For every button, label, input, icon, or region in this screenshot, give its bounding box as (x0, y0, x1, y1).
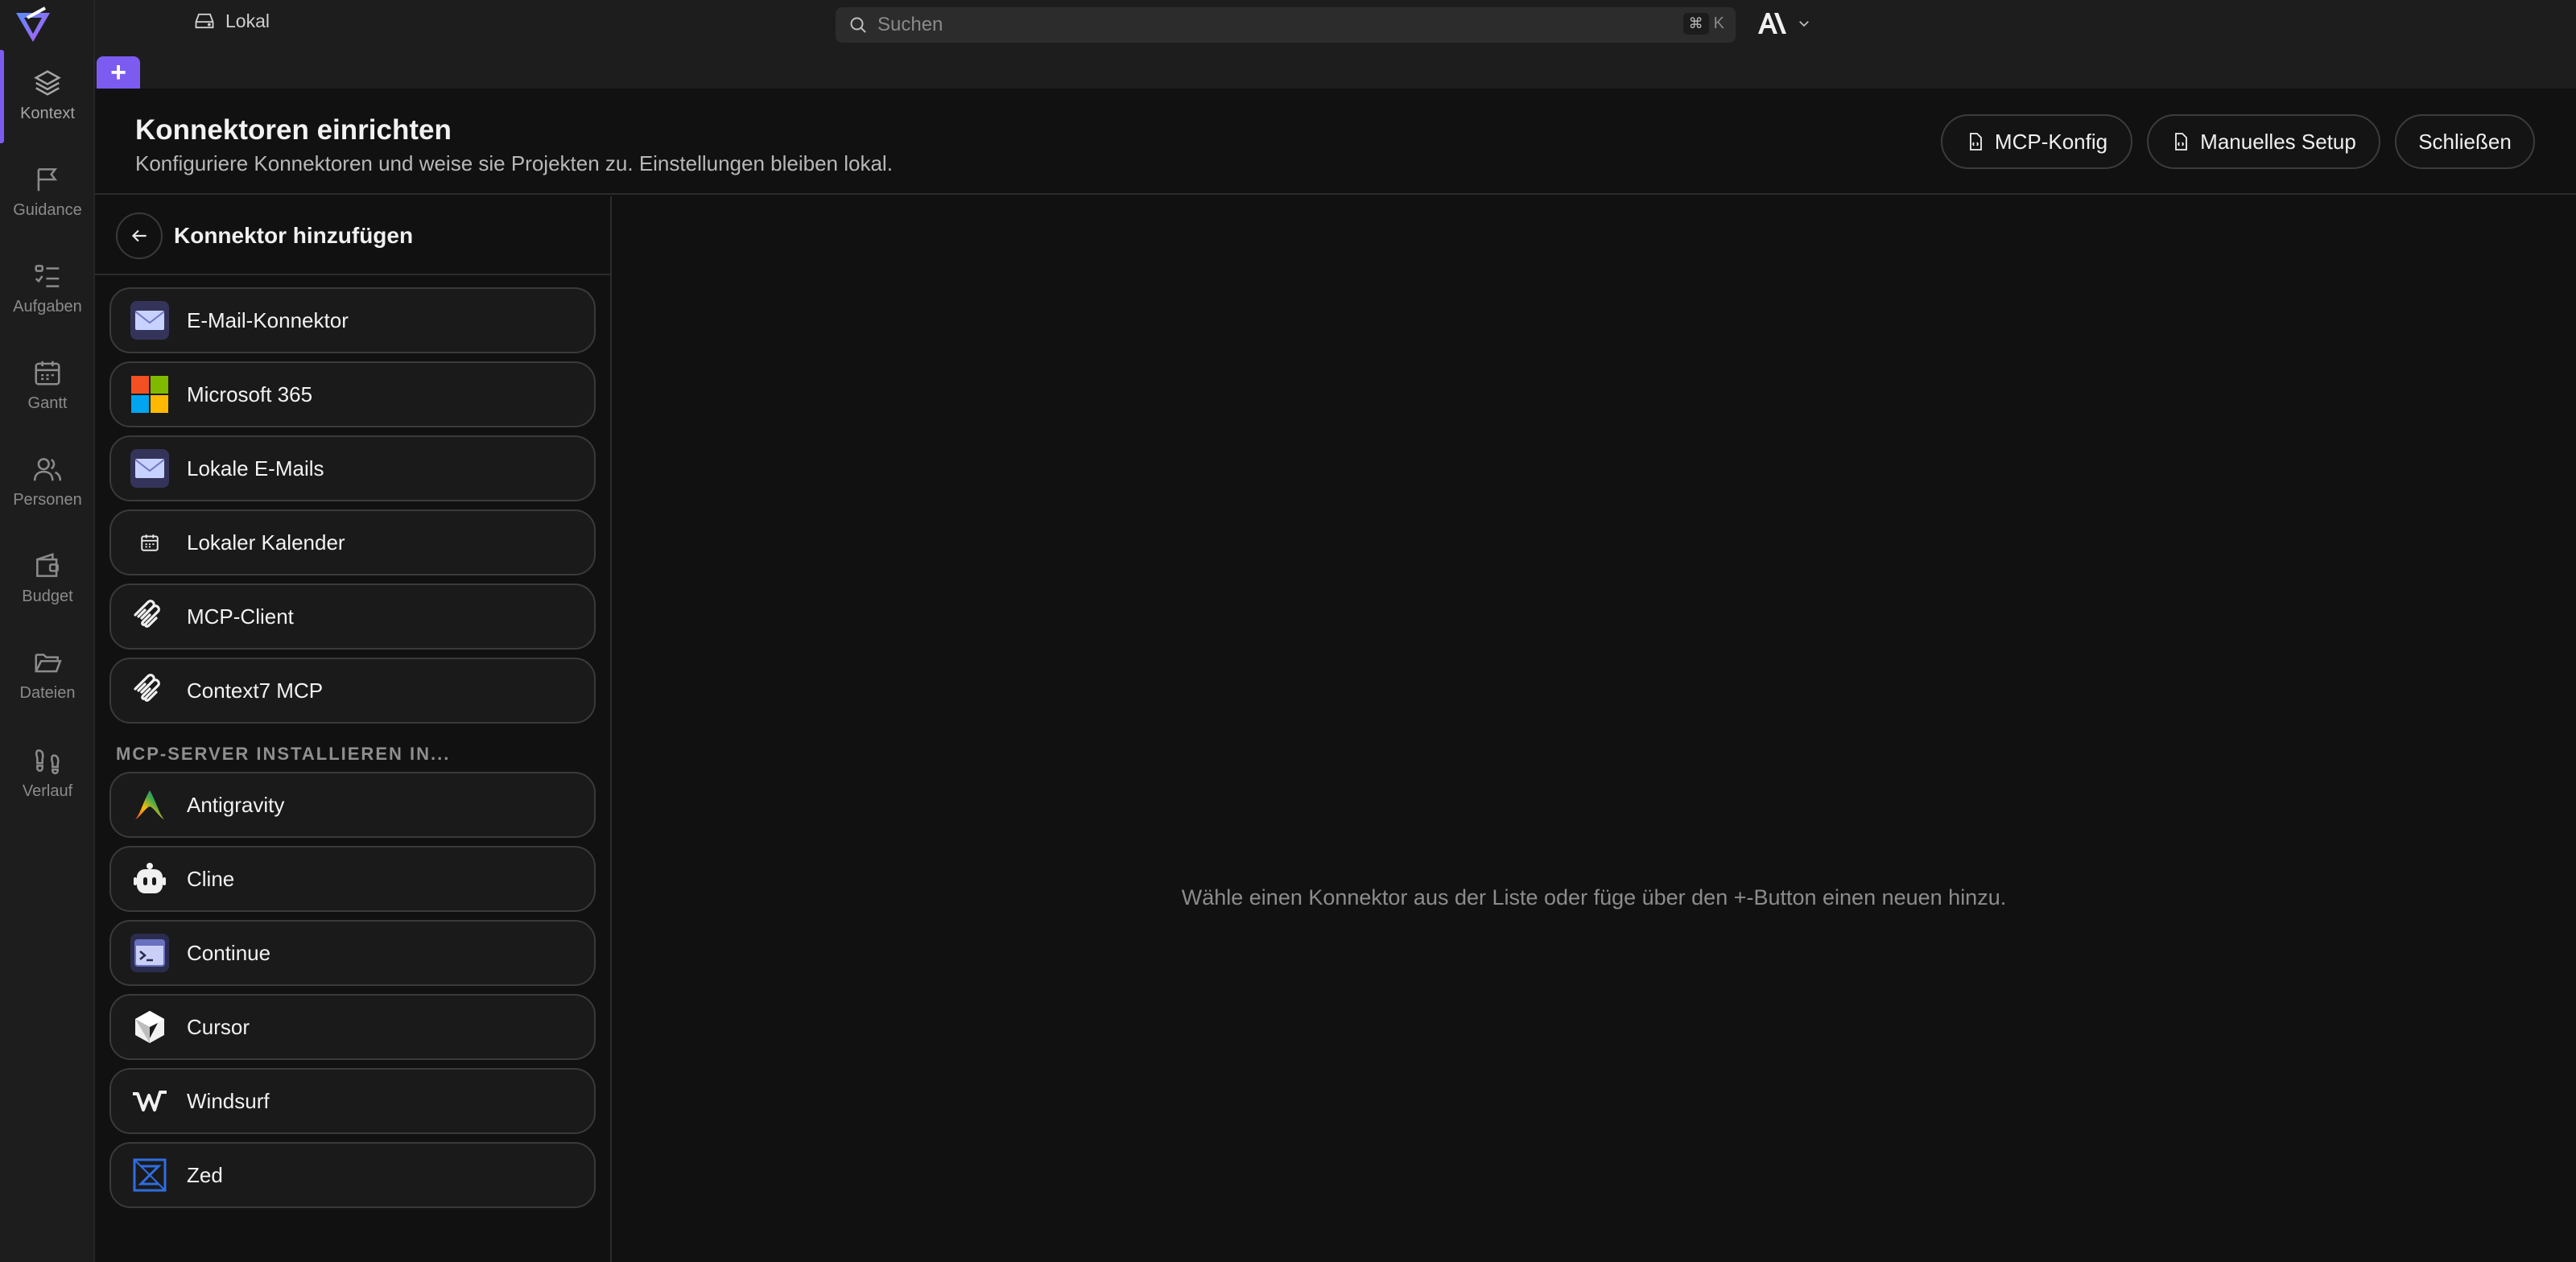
user-menu[interactable] (1757, 10, 1811, 37)
page-header: Konnektoren einrichten Konfiguriere Konn… (95, 89, 2576, 195)
calendar-icon (130, 523, 169, 562)
rail-item-label: Guidance (13, 201, 82, 219)
rail-item-label: Gantt (27, 394, 68, 412)
workspace-label: Lokal (225, 10, 270, 31)
anthropic-logo-icon (1758, 13, 1786, 34)
connector-item-email[interactable]: E-Mail-Konnektor (109, 287, 596, 353)
cline-icon (130, 860, 169, 898)
server-name: Windsurf (187, 1088, 270, 1113)
connector-name: E-Mail-Konnektor (187, 307, 349, 332)
search-icon (850, 17, 866, 33)
server-item-cline[interactable]: Cline (109, 846, 596, 912)
top-bar: Lokal ⌘ K (95, 0, 2576, 48)
connector-name: Microsoft 365 (187, 381, 313, 406)
rail-item-aufgaben[interactable]: Aufgaben (0, 250, 95, 333)
connector-item-context7[interactable]: Context7 MCP (109, 658, 596, 724)
panel-header: Konnektor hinzufügen (95, 196, 610, 275)
rail-item-label: Dateien (19, 684, 76, 702)
connector-item-mcp-client[interactable]: MCP-Client (109, 584, 596, 650)
connector-panel: Konnektor hinzufügen E-Mail-Konnektor Mi… (95, 196, 612, 1262)
server-name: Continue (187, 940, 271, 965)
close-label: Schließen (2418, 129, 2512, 154)
manual-setup-button[interactable]: Manuelles Setup (2147, 114, 2380, 169)
server-item-continue[interactable]: Continue (109, 920, 596, 986)
search-input[interactable] (877, 14, 1602, 36)
mail-icon (130, 301, 169, 340)
document-icon (1970, 133, 1982, 151)
server-item-antigravity[interactable]: Antigravity (109, 772, 596, 838)
empty-state-message: Wähle einen Konnektor aus der Liste oder… (1181, 885, 2007, 909)
search-shortcut: ⌘ K (1682, 13, 1724, 35)
server-item-zed[interactable]: Zed (109, 1142, 596, 1208)
microsoft-icon (130, 375, 169, 414)
drive-icon (195, 13, 214, 29)
server-name: Antigravity (187, 792, 285, 817)
rail-item-label: Personen (13, 491, 82, 509)
tab-strip: + (95, 48, 2576, 89)
continue-icon (130, 934, 169, 972)
rail-item-dateien[interactable]: Dateien (0, 636, 95, 720)
shortcut-k-key: K (1713, 14, 1724, 32)
rail-item-gantt[interactable]: Gantt (0, 346, 95, 430)
flag-icon (37, 168, 58, 192)
mail-icon (130, 449, 169, 488)
connector-name: Context7 MCP (187, 678, 324, 703)
connector-name: Lokale E-Mails (187, 456, 324, 480)
rail-item-personen[interactable]: Personen (0, 443, 95, 526)
zed-icon (130, 1156, 169, 1194)
rail-item-kontext[interactable]: Kontext (0, 56, 95, 140)
page-title: Konnektoren einrichten (135, 114, 452, 146)
workspace-selector[interactable]: Lokal (193, 10, 270, 32)
connector-item-local-emails[interactable]: Lokale E-Mails (109, 435, 596, 501)
document-icon (2175, 133, 2188, 151)
back-button[interactable] (116, 212, 163, 259)
footsteps-icon (35, 749, 60, 775)
antigravity-icon (130, 786, 169, 824)
connector-item-microsoft-365[interactable]: Microsoft 365 (109, 361, 596, 427)
cursor-icon (130, 1008, 169, 1046)
rail-item-label: Verlauf (22, 782, 73, 800)
rail-item-label: Aufgaben (13, 298, 82, 316)
connector-name: Lokaler Kalender (187, 530, 345, 555)
panel-title: Konnektor hinzufügen (174, 223, 414, 248)
page-subtitle: Konfiguriere Konnektoren und weise sie P… (135, 151, 893, 175)
search-bar[interactable]: ⌘ K (836, 7, 1736, 43)
manual-setup-label: Manuelles Setup (2200, 129, 2356, 154)
calendar-icon (35, 361, 60, 386)
folder-icon (35, 654, 62, 673)
chevron-down-icon (1799, 21, 1809, 27)
rail-item-guidance[interactable]: Guidance (0, 153, 95, 237)
windsurf-icon (130, 1082, 169, 1120)
connector-item-local-calendar[interactable]: Lokaler Kalender (109, 509, 596, 575)
server-name: Cursor (187, 1014, 250, 1039)
layers-icon (34, 70, 61, 96)
close-button[interactable]: Schließen (2395, 114, 2535, 169)
arrow-left-icon (131, 229, 147, 242)
server-item-cursor[interactable]: Cursor (109, 994, 596, 1060)
add-tab-button[interactable]: + (97, 56, 140, 89)
rail-item-budget[interactable]: Budget (0, 539, 95, 623)
server-name: Zed (187, 1162, 223, 1187)
rail-item-label: Budget (22, 588, 73, 605)
rail-item-label: Kontext (20, 105, 75, 122)
server-name: Cline (187, 866, 235, 891)
people-icon (33, 458, 62, 481)
connector-name: MCP-Client (187, 604, 294, 629)
wallet-icon (36, 552, 59, 577)
mcp-config-label: MCP-Konfig (1994, 129, 2108, 154)
checklist-icon (35, 265, 60, 287)
section-label-mcp-server: MCP-SERVER INSTALLIEREN IN... (116, 744, 451, 764)
app-logo-icon[interactable] (13, 5, 53, 45)
mcp-config-button[interactable]: MCP-Konfig (1941, 114, 2132, 169)
rail-item-verlauf[interactable]: Verlauf (0, 734, 95, 818)
server-item-windsurf[interactable]: Windsurf (109, 1068, 596, 1134)
left-rail: Kontext Guidance Aufgaben Gantt Personen… (0, 0, 95, 1262)
mcp-icon (130, 597, 169, 636)
shortcut-cmd-key: ⌘ (1682, 13, 1709, 35)
mcp-icon (130, 671, 169, 710)
